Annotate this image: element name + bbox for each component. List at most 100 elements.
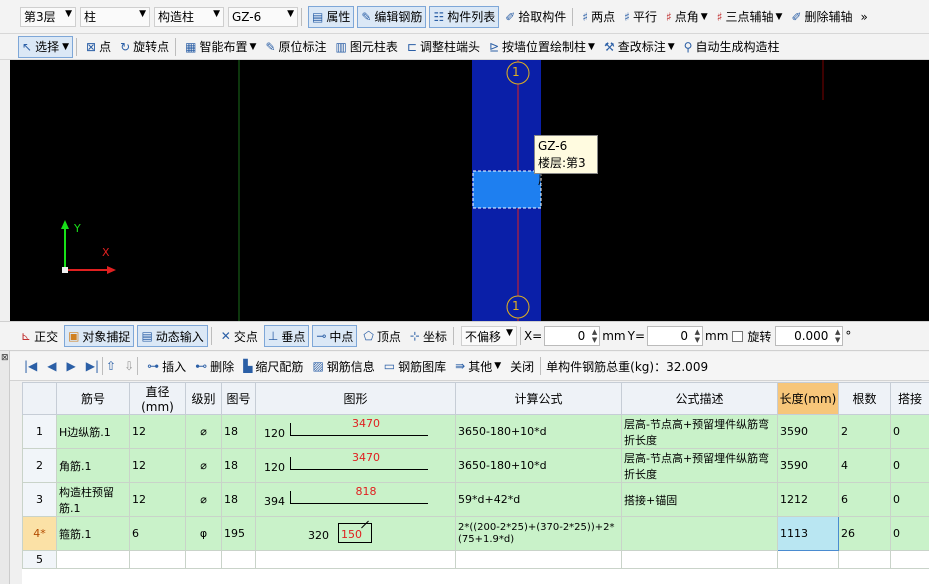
cell-name[interactable] [56, 550, 130, 569]
cell-lap[interactable]: 0 [890, 482, 929, 517]
y-input[interactable]: 0 ▲ ▼ [647, 326, 704, 346]
last-icon[interactable]: ▶| [86, 359, 99, 373]
delete-axis-button[interactable]: ✐ 删除辅轴 [788, 6, 855, 28]
move-down-icon[interactable]: ⇩ [124, 359, 134, 373]
x-input[interactable]: 0 ▲ ▼ [544, 326, 601, 346]
close-button[interactable]: 关闭 [507, 355, 537, 377]
midpoint-button[interactable]: ⊸ 中点 [312, 325, 358, 347]
edit-rebar-button[interactable]: ✎ 编辑钢筋 [357, 5, 427, 28]
parallel-button[interactable]: ♯ 平行 [621, 6, 660, 28]
prev-icon[interactable]: ◀ [47, 359, 56, 373]
table-row[interactable]: 5 [22, 550, 929, 569]
cell-length[interactable]: 3590 [777, 448, 839, 483]
other-button[interactable]: ⇛ 其他 ▼ [452, 355, 504, 377]
cell-figure[interactable]: 195 [221, 516, 256, 551]
cell-count[interactable]: 2 [838, 414, 891, 449]
in-place-label-button[interactable]: ✎ 原位标注 [262, 36, 329, 58]
cell-description[interactable] [621, 516, 778, 551]
object-snap-button[interactable]: ▣ 对象捕捉 [64, 325, 135, 347]
member-select[interactable]: GZ-6 ▼ [228, 6, 298, 27]
cell-name[interactable]: 构造柱预留筋.1 [56, 482, 130, 517]
header-grade[interactable]: 级别 [185, 382, 222, 415]
three-point-axis-button[interactable]: ♯ 三点辅轴 ▼ [714, 6, 786, 28]
header-name[interactable]: 筋号 [56, 382, 130, 415]
header-lap[interactable]: 搭接 [890, 382, 929, 415]
auto-generate-button[interactable]: ⚲ 自动生成构造柱 [681, 36, 783, 58]
cell-figure[interactable]: 18 [221, 448, 256, 483]
cell-shape[interactable]: 120 3470 [255, 414, 456, 449]
row-index[interactable]: 1 [22, 414, 57, 449]
properties-button[interactable]: ▤ 属性 [308, 5, 355, 28]
cell-formula[interactable]: 3650-180+10*d [455, 448, 622, 483]
type-select[interactable]: 构造柱 ▼ [154, 6, 224, 27]
cell-lap[interactable]: 0 [890, 448, 929, 483]
spinner-icon[interactable]: ▲ ▼ [592, 328, 597, 344]
row-index[interactable]: 2 [22, 448, 57, 483]
cell-name[interactable]: 箍筋.1 [56, 516, 130, 551]
table-row[interactable]: 1 H边纵筋.1 12 ⌀ 18 120 3470 3650-180+10*d 层… [22, 414, 929, 449]
smart-layout-button[interactable]: ▦ 智能布置 ▼ [182, 36, 259, 58]
cell-formula[interactable] [455, 550, 622, 569]
rotate-checkbox[interactable] [732, 330, 744, 342]
cell-diameter[interactable]: 12 [129, 482, 186, 517]
cell-diameter[interactable]: 12 [129, 448, 186, 483]
ortho-button[interactable]: ⊾ 正交 [18, 325, 61, 347]
overflow-button[interactable]: » [858, 6, 871, 28]
table-row[interactable]: 2 角筋.1 12 ⌀ 18 120 3470 3650-180+10*d 层高-… [22, 448, 929, 483]
cell-description[interactable]: 层高-节点高+预留埋件纵筋弯折长度 [621, 448, 778, 483]
cell-description[interactable]: 层高-节点高+预留埋件纵筋弯折长度 [621, 414, 778, 449]
cell-shape[interactable]: 120 3470 [255, 448, 456, 483]
coordinate-button[interactable]: ⊹ 坐标 [407, 325, 450, 347]
floor-select[interactable]: 第3层 ▼ [20, 6, 76, 27]
cell-count[interactable]: 26 [838, 516, 891, 551]
cell-name[interactable]: H边纵筋.1 [56, 414, 130, 449]
cell-shape[interactable] [255, 550, 456, 569]
cell-description[interactable] [621, 550, 778, 569]
two-point-button[interactable]: ♯ 两点 [579, 6, 618, 28]
first-icon[interactable]: |◀ [24, 359, 37, 373]
row-index[interactable]: 4* [22, 516, 57, 551]
member-list-button[interactable]: ☷ 构件列表 [429, 5, 500, 28]
next-icon[interactable]: ▶ [67, 359, 76, 373]
cell-grade[interactable]: φ [185, 516, 222, 551]
header-length[interactable]: 长度(mm) [777, 382, 839, 415]
header-description[interactable]: 公式描述 [621, 382, 778, 415]
table-row[interactable]: 3 构造柱预留筋.1 12 ⌀ 18 394 818 59*d+42*d 搭接+锚… [22, 482, 929, 517]
rebar-info-button[interactable]: ▨ 钢筋信息 [309, 355, 377, 377]
header-figure[interactable]: 图号 [221, 382, 256, 415]
rebar-library-button[interactable]: ▭ 钢筋图库 [381, 355, 449, 377]
header-formula[interactable]: 计算公式 [455, 382, 622, 415]
move-up-icon[interactable]: ⇧ [106, 359, 116, 373]
cell-name[interactable]: 角筋.1 [56, 448, 130, 483]
rotate-point-button[interactable]: ↻ 旋转点 [117, 36, 172, 58]
cell-shape[interactable]: 320 150 [255, 516, 456, 551]
cell-count[interactable]: 4 [838, 448, 891, 483]
insert-button[interactable]: ⊶ 插入 [144, 355, 189, 377]
header-shape[interactable]: 图形 [255, 382, 456, 415]
drawing-canvas[interactable]: 1 1 Y X GZ-6 楼层:第3层 [10, 60, 929, 321]
adjust-column-end-button[interactable]: ⊏ 调整柱端头 [404, 36, 483, 58]
row-index[interactable]: 5 [22, 550, 57, 569]
cell-shape[interactable]: 394 818 [255, 482, 456, 517]
cell-figure[interactable]: 18 [221, 482, 256, 517]
cell-figure[interactable]: 18 [221, 414, 256, 449]
point-button[interactable]: ⊠ 点 [83, 36, 114, 58]
cell-diameter[interactable]: 12 [129, 414, 186, 449]
header-count[interactable]: 根数 [838, 382, 891, 415]
cell-diameter[interactable] [129, 550, 186, 569]
cell-lap[interactable]: 0 [890, 414, 929, 449]
spinner-icon[interactable]: ▲ ▼ [835, 328, 840, 344]
cell-grade[interactable]: ⌀ [185, 448, 222, 483]
cell-formula[interactable]: 3650-180+10*d [455, 414, 622, 449]
cell-length[interactable]: 1113 [777, 516, 839, 551]
cell-length[interactable]: 3590 [777, 414, 839, 449]
cell-length[interactable] [777, 550, 839, 569]
column-table-button[interactable]: ▥ 图元柱表 [333, 36, 401, 58]
cell-count[interactable] [838, 550, 891, 569]
cell-lap[interactable]: 0 [890, 516, 929, 551]
cell-grade[interactable] [185, 550, 222, 569]
cell-formula[interactable]: 59*d+42*d [455, 482, 622, 517]
cell-length[interactable]: 1212 [777, 482, 839, 517]
rotate-input[interactable]: 0.000 ▲ ▼ [775, 326, 844, 346]
cell-lap[interactable] [890, 550, 929, 569]
